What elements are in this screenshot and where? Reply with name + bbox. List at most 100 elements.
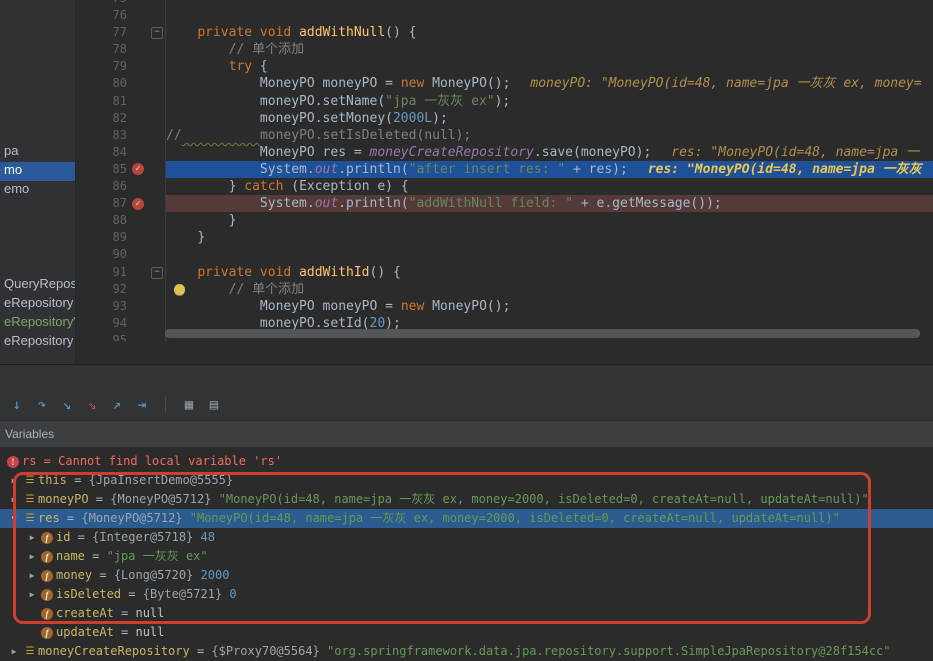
breakpoint-icon[interactable]: ✓ [132, 163, 144, 175]
expand-arrow-icon[interactable]: ▶ [24, 585, 40, 604]
show-execution-point-icon[interactable]: ↓ [6, 395, 28, 415]
variable-row[interactable]: fupdateAt = null [0, 623, 933, 642]
variable-row[interactable]: !rs = Cannot find local variable 'rs' [0, 452, 933, 471]
project-tree-item[interactable]: emo [0, 181, 76, 200]
code-text[interactable]: MoneyPO moneyPO = new MoneyPO(); [166, 298, 933, 315]
gutter-icon-slot[interactable] [127, 58, 149, 75]
variable-row[interactable]: ▼☰res = {MoneyPO@5712} "MoneyPO(id=48, n… [0, 509, 933, 528]
variable-row[interactable]: ▶fmoney = {Long@5720} 2000 [0, 566, 933, 585]
code-text[interactable]: } [166, 212, 933, 229]
gutter-icon-slot[interactable] [127, 298, 149, 315]
layout-settings-icon[interactable]: ▤ [203, 395, 225, 415]
code-text[interactable]: moneyPO.setMoney(2000L); [166, 110, 933, 127]
expand-arrow-icon[interactable]: ▶ [6, 642, 22, 661]
gutter-icon-slot[interactable] [127, 281, 149, 298]
gutter-icon-slot[interactable] [127, 0, 149, 7]
scrollbar-thumb[interactable] [165, 329, 920, 338]
intention-bulb-icon[interactable] [174, 284, 185, 295]
project-tree-item[interactable]: eRepository [0, 295, 76, 314]
gutter-icon-slot[interactable] [127, 24, 149, 41]
gutter-icon-slot[interactable] [127, 93, 149, 110]
code-text[interactable] [166, 0, 933, 7]
expand-arrow-icon[interactable]: ▶ [24, 547, 40, 566]
step-out-icon[interactable]: ↗ [106, 395, 128, 415]
line-number[interactable]: 90 [75, 246, 127, 263]
line-number[interactable]: 85 [75, 161, 127, 178]
variable-row[interactable]: ▶☰moneyPO = {MoneyPO@5712} "MoneyPO(id=4… [0, 490, 933, 509]
gutter-icon-slot[interactable] [127, 110, 149, 127]
line-number[interactable]: 94 [75, 315, 127, 332]
code-text[interactable]: MoneyPO moneyPO = new MoneyPO();moneyPO:… [166, 75, 933, 92]
gutter-icon-slot[interactable] [127, 246, 149, 263]
gutter-icon-slot[interactable] [127, 264, 149, 281]
variable-row[interactable]: ▶fid = {Integer@5718} 48 [0, 528, 933, 547]
evaluate-expression-icon[interactable]: ▦ [178, 395, 200, 415]
line-number[interactable]: 92 [75, 281, 127, 298]
line-number[interactable]: 82 [75, 110, 127, 127]
project-tree-item[interactable]: QueryReposi [0, 276, 76, 295]
line-number[interactable]: 80 [75, 75, 127, 92]
line-number[interactable]: 95 [75, 332, 127, 341]
line-number[interactable]: 77 [75, 24, 127, 41]
gutter-icon-slot[interactable] [127, 7, 149, 24]
line-number[interactable]: 89 [75, 229, 127, 246]
variable-row[interactable]: ▶fisDeleted = {Byte@5721} 0 [0, 585, 933, 604]
gutter-icon-slot[interactable] [127, 144, 149, 161]
expand-arrow-icon[interactable]: ▶ [6, 471, 22, 490]
line-number[interactable]: 87 [75, 195, 127, 212]
breakpoint-icon[interactable]: ✓ [132, 198, 144, 210]
variable-row[interactable]: ▶☰this = {JpaInsertDemo@5555} [0, 471, 933, 490]
code-text[interactable]: // moneyPO.setIsDeleted(null); [166, 127, 933, 144]
line-number[interactable]: 75 [75, 0, 127, 7]
gutter-icon-slot[interactable] [127, 229, 149, 246]
line-number[interactable]: 79 [75, 58, 127, 75]
step-into-icon[interactable]: ↘ [56, 395, 78, 415]
code-text[interactable]: private void addWithId() { [166, 264, 933, 281]
fold-toggle-icon[interactable]: − [151, 27, 163, 39]
line-number[interactable]: 83 [75, 127, 127, 144]
step-over-icon[interactable]: ↷ [31, 395, 53, 415]
code-text[interactable]: } [166, 229, 933, 246]
line-number[interactable]: 76 [75, 7, 127, 24]
expand-arrow-icon[interactable]: ▶ [6, 490, 22, 509]
code-text[interactable]: // 单个添加 [166, 41, 933, 58]
code-text[interactable] [166, 7, 933, 24]
project-tree-item[interactable]: eRepository [0, 333, 76, 352]
variable-row[interactable]: ▶☰moneyCreateRepository = {$Proxy70@5564… [0, 642, 933, 661]
line-number[interactable]: 93 [75, 298, 127, 315]
expand-arrow-icon[interactable]: ▶ [24, 528, 40, 547]
line-number[interactable]: 78 [75, 41, 127, 58]
line-number[interactable]: 91 [75, 264, 127, 281]
code-text[interactable]: moneyPO.setName("jpa 一灰灰 ex"); [166, 93, 933, 110]
variable-row[interactable]: ▶fname = "jpa 一灰灰 ex" [0, 547, 933, 566]
gutter-icon-slot[interactable] [127, 127, 149, 144]
project-tree-item[interactable]: pa [0, 143, 76, 162]
gutter-icon-slot[interactable] [127, 41, 149, 58]
gutter-icon-slot[interactable] [127, 315, 149, 332]
code-text[interactable]: System.out.println("addWithNull field: "… [166, 195, 933, 212]
code-text[interactable]: try { [166, 58, 933, 75]
gutter-icon-slot[interactable] [127, 178, 149, 195]
code-text[interactable]: // 单个添加 [166, 281, 933, 298]
gutter-icon-slot[interactable]: ✓ [127, 195, 149, 212]
expand-arrow-icon[interactable]: ▶ [24, 566, 40, 585]
gutter-icon-slot[interactable] [127, 332, 149, 341]
code-text[interactable]: private void addWithNull() { [166, 24, 933, 41]
line-number[interactable]: 81 [75, 93, 127, 110]
project-tree-item[interactable]: mo [0, 162, 76, 181]
project-tree-item[interactable]: eRepositoryV [0, 314, 76, 333]
run-to-cursor-icon[interactable]: ⇥ [131, 395, 153, 415]
variable-row[interactable]: fcreateAt = null [0, 604, 933, 623]
expand-arrow-icon[interactable]: ▼ [6, 509, 22, 528]
code-text[interactable]: System.out.println("after insert res: " … [166, 161, 933, 178]
fold-toggle-icon[interactable]: − [151, 267, 163, 279]
line-number[interactable]: 84 [75, 144, 127, 161]
editor-horizontal-scrollbar[interactable] [165, 329, 930, 338]
code-text[interactable]: } catch (Exception e) { [166, 178, 933, 195]
line-number[interactable]: 86 [75, 178, 127, 195]
code-text[interactable]: MoneyPO res = moneyCreateRepository.save… [166, 144, 933, 161]
gutter-icon-slot[interactable] [127, 75, 149, 92]
gutter-icon-slot[interactable] [127, 212, 149, 229]
line-number[interactable]: 88 [75, 212, 127, 229]
gutter-icon-slot[interactable]: ✓ [127, 161, 149, 178]
